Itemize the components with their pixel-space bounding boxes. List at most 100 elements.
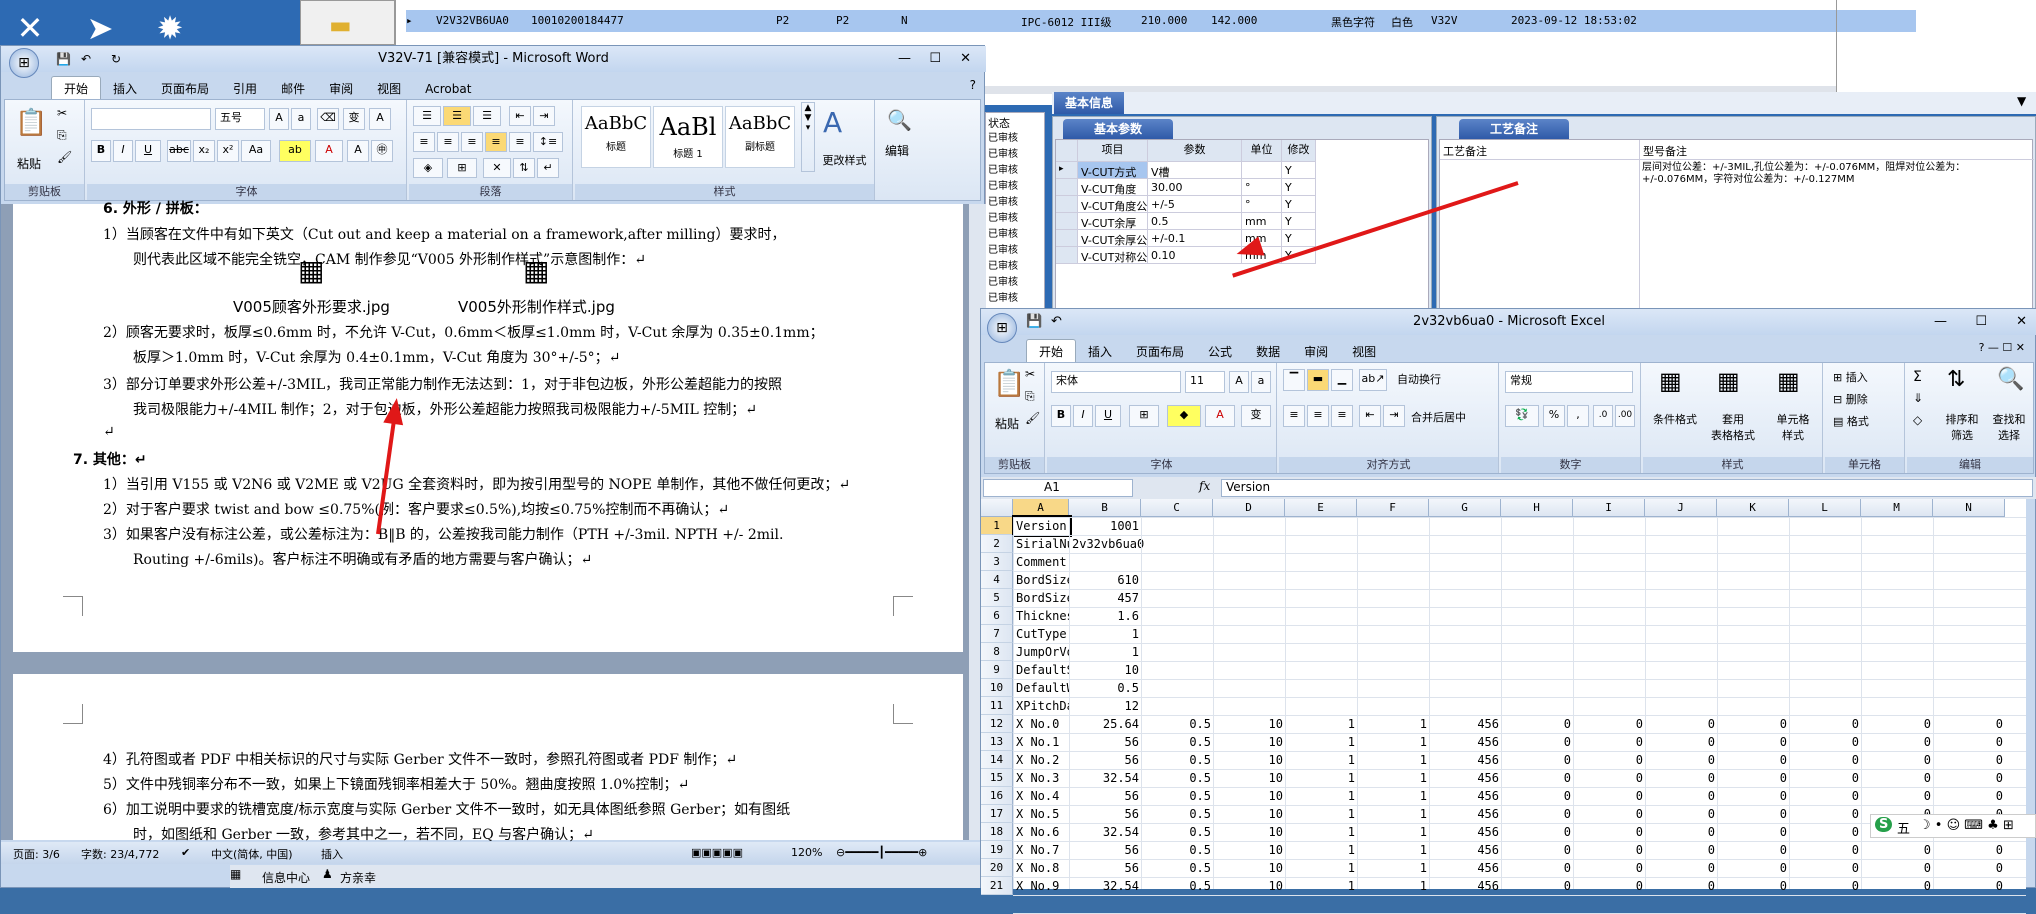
cell[interactable]: 1 bbox=[1070, 643, 1142, 661]
ime-tools-icon[interactable]: ☽ • ☺ ⌨ ♣ ⊞ bbox=[1919, 818, 2014, 833]
cell[interactable]: 0 bbox=[1574, 823, 1646, 841]
cell[interactable]: 0 bbox=[1646, 823, 1718, 841]
cell[interactable]: 0 bbox=[1934, 769, 2006, 787]
cell[interactable]: 1 bbox=[1286, 841, 1358, 859]
row-header[interactable]: 21 bbox=[981, 877, 1013, 895]
cell[interactable]: 1 bbox=[1358, 859, 1430, 877]
borders-icon[interactable]: ⊞ bbox=[447, 158, 477, 178]
tab-6[interactable]: 视图 bbox=[1340, 340, 1388, 363]
zoom-level[interactable]: 120% bbox=[791, 846, 822, 859]
cell[interactable]: 0 bbox=[1502, 859, 1574, 877]
font-size-input[interactable]: 11 bbox=[1185, 371, 1225, 393]
cell[interactable]: 0 bbox=[1502, 769, 1574, 787]
tab-5[interactable]: 审阅 bbox=[1292, 340, 1340, 363]
cell[interactable]: 1 bbox=[1286, 859, 1358, 877]
table-row[interactable]: ▸ V2V32VB6UA0 10010200184477 P2 P2 N IPC… bbox=[406, 10, 1916, 32]
cell[interactable]: 1 bbox=[1286, 751, 1358, 769]
number-format-select[interactable]: 常规 bbox=[1505, 371, 1633, 393]
align-left-icon[interactable]: ≡ bbox=[1283, 405, 1305, 427]
col-header-H[interactable]: H bbox=[1501, 499, 1573, 517]
cell[interactable]: 1 bbox=[1286, 787, 1358, 805]
cell[interactable]: 456 bbox=[1430, 751, 1502, 769]
currency-icon[interactable]: 💱 bbox=[1505, 405, 1539, 427]
bold-icon[interactable]: B bbox=[91, 140, 111, 162]
col-header-K[interactable]: K bbox=[1717, 499, 1789, 517]
cell[interactable]: 0.5 bbox=[1142, 751, 1214, 769]
format-cells-button[interactable]: ▤ 格式 bbox=[1833, 413, 1869, 429]
cell[interactable]: 0 bbox=[1790, 877, 1862, 895]
change-styles-icon[interactable]: A bbox=[823, 106, 842, 139]
show-marks-icon[interactable]: ↵ bbox=[537, 158, 559, 178]
param-cell[interactable]: +/-0.1 bbox=[1148, 230, 1242, 247]
format-painter-icon[interactable]: 🖌 bbox=[1025, 411, 1040, 425]
row-header[interactable]: 2 bbox=[981, 535, 1013, 553]
find-select-button[interactable]: 查找和 选择 bbox=[1985, 411, 2033, 443]
row-header[interactable]: 5 bbox=[981, 589, 1013, 607]
undo-icon[interactable]: ↶ bbox=[81, 46, 91, 72]
style-2[interactable]: AaBbC 副标题 bbox=[725, 106, 795, 168]
align-right-icon[interactable]: ≡ bbox=[1331, 405, 1353, 427]
cell[interactable]: 0 bbox=[1790, 859, 1862, 877]
find-select-icon[interactable]: 🔍 bbox=[1997, 367, 2024, 392]
collapse-icon[interactable]: ▼ bbox=[2017, 94, 2026, 108]
style-1[interactable]: AaBl 标题 1 bbox=[653, 106, 723, 168]
cell[interactable]: 1 bbox=[1358, 751, 1430, 769]
cell[interactable]: CutType bbox=[1014, 625, 1070, 643]
shading-icon[interactable]: ◈ bbox=[413, 158, 443, 178]
cell[interactable]: 56 bbox=[1070, 733, 1142, 751]
language[interactable]: 中文(简体, 中国) bbox=[211, 846, 293, 862]
cell[interactable]: 0.5 bbox=[1142, 859, 1214, 877]
status-item[interactable]: 已审核 bbox=[988, 193, 1018, 208]
cell[interactable]: 0 bbox=[1574, 877, 1646, 895]
shrink-font-icon[interactable]: a bbox=[291, 108, 311, 130]
maximize-icon[interactable]: ☐ bbox=[929, 46, 941, 72]
cell[interactable]: 10 bbox=[1214, 769, 1286, 787]
copy-icon[interactable]: ⎘ bbox=[1025, 389, 1035, 404]
char-border-icon[interactable]: A bbox=[369, 108, 391, 130]
shrink-font-icon[interactable]: a bbox=[1251, 371, 1271, 393]
param-cell[interactable]: Y bbox=[1282, 213, 1316, 230]
cell[interactable]: X No.6 bbox=[1014, 823, 1070, 841]
row-header[interactable]: 14 bbox=[981, 751, 1013, 769]
cell[interactable]: 456 bbox=[1430, 823, 1502, 841]
italic-icon[interactable]: I bbox=[1073, 405, 1093, 427]
cell[interactable]: SirialNum bbox=[1014, 535, 1070, 553]
cell[interactable]: 0.5 bbox=[1070, 679, 1142, 697]
status-item[interactable]: 已审核 bbox=[988, 225, 1018, 240]
param-cell[interactable]: mm bbox=[1242, 213, 1282, 230]
cell[interactable]: 1 bbox=[1358, 733, 1430, 751]
tab-2[interactable]: 页面布局 bbox=[1124, 340, 1196, 363]
font-color-icon[interactable]: A bbox=[1205, 405, 1235, 427]
merge-center-button[interactable]: 合并后居中 bbox=[1411, 409, 1466, 425]
cell[interactable]: 10 bbox=[1214, 715, 1286, 733]
cell[interactable]: 456 bbox=[1430, 841, 1502, 859]
cell[interactable]: 0.5 bbox=[1142, 733, 1214, 751]
row-header[interactable]: 19 bbox=[981, 841, 1013, 859]
tab-basic-info[interactable]: 基本信息 bbox=[1054, 92, 1124, 114]
align-bottom-icon[interactable]: ▁ bbox=[1331, 369, 1353, 391]
cell[interactable]: 0 bbox=[1790, 715, 1862, 733]
row-header[interactable]: 8 bbox=[981, 643, 1013, 661]
cell[interactable]: 1 bbox=[1358, 823, 1430, 841]
cell[interactable]: 0 bbox=[1718, 877, 1790, 895]
col-header-D[interactable]: D bbox=[1213, 499, 1285, 517]
cell[interactable]: 0 bbox=[1502, 841, 1574, 859]
cell[interactable]: 0 bbox=[1718, 859, 1790, 877]
cell[interactable]: X No.2 bbox=[1014, 751, 1070, 769]
cell[interactable]: X No.5 bbox=[1014, 805, 1070, 823]
process-note-cell[interactable] bbox=[1440, 160, 1640, 320]
cell[interactable]: 0.5 bbox=[1142, 877, 1214, 895]
cell[interactable]: 0 bbox=[1790, 787, 1862, 805]
status-item[interactable]: 已审核 bbox=[988, 257, 1018, 272]
cell[interactable]: 0 bbox=[1718, 733, 1790, 751]
window-controls-icon[interactable]: ? — ☐ ✕ bbox=[1979, 341, 2025, 354]
status-item[interactable]: 已审核 bbox=[988, 209, 1018, 224]
cell[interactable]: X No.7 bbox=[1014, 841, 1070, 859]
bold-icon[interactable]: B bbox=[1051, 405, 1071, 427]
col-header-M[interactable]: M bbox=[1861, 499, 1933, 517]
cell[interactable]: 0 bbox=[1790, 733, 1862, 751]
cell[interactable]: 0.5 bbox=[1142, 715, 1214, 733]
minimize-icon[interactable]: — bbox=[1934, 309, 1947, 335]
cell[interactable]: 56 bbox=[1070, 751, 1142, 769]
cell[interactable]: 0 bbox=[1934, 859, 2006, 877]
